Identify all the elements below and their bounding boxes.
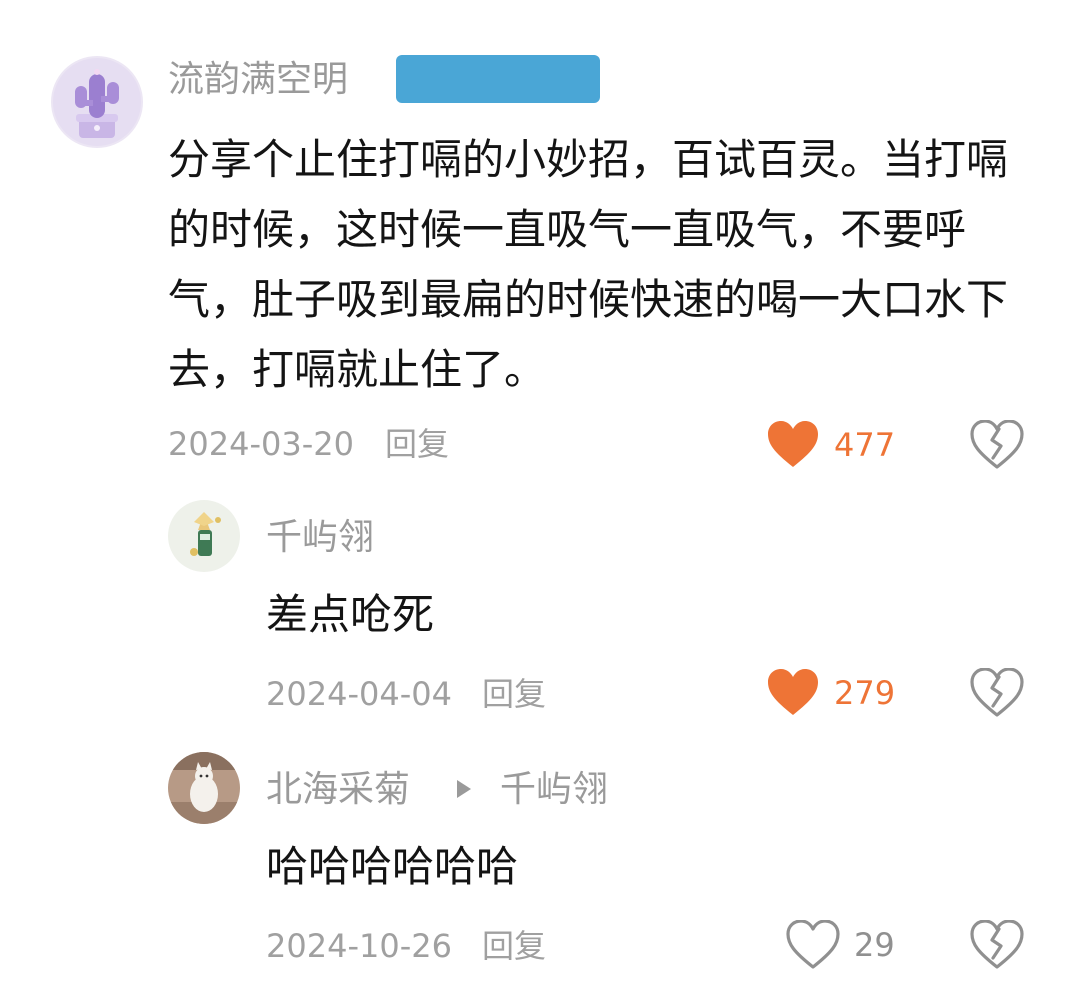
- user-badge: [396, 55, 600, 103]
- like-button[interactable]: 477: [766, 420, 896, 470]
- heart-outline-icon: [786, 920, 840, 969]
- comment-date: 2024-04-04: [266, 675, 452, 713]
- comment-date: 2024-10-26: [266, 927, 452, 965]
- avatar[interactable]: [168, 500, 240, 572]
- broken-heart-icon: [970, 667, 1024, 717]
- comment-author[interactable]: 千屿翎: [266, 520, 374, 556]
- reply-button[interactable]: 回复: [482, 678, 546, 710]
- reply-button[interactable]: 回复: [385, 428, 449, 460]
- dislike-button[interactable]: [970, 419, 1024, 470]
- broken-heart-icon: [970, 919, 1024, 969]
- reply-target-author[interactable]: 千屿翎: [500, 772, 608, 808]
- broken-heart-icon: [970, 419, 1024, 469]
- like-button[interactable]: 29: [786, 920, 896, 970]
- like-count: 29: [854, 926, 895, 964]
- comment-author[interactable]: 流韵满空明: [168, 62, 348, 98]
- like-count: 477: [834, 426, 896, 464]
- comment-thread: 流韵满空明 分享个止住打嗝的小妙招，百试百灵。当打嗝的时候，这时候一直吸气一直吸…: [0, 0, 1080, 992]
- comment-date: 2024-03-20: [168, 425, 354, 463]
- reply-button[interactable]: 回复: [482, 930, 546, 962]
- like-button[interactable]: 279: [766, 668, 896, 718]
- comment-text: 差点呛死: [266, 590, 435, 639]
- avatar[interactable]: [168, 752, 240, 824]
- dislike-button[interactable]: [970, 667, 1024, 718]
- comment-text: 分享个止住打嗝的小妙招，百试百灵。当打嗝的时候，这时候一直吸气一直吸气，不要呼气…: [168, 135, 1009, 394]
- comment-author[interactable]: 北海采菊: [266, 772, 410, 808]
- comment-text: 哈哈哈哈哈哈: [266, 842, 519, 891]
- like-count: 279: [834, 674, 896, 712]
- play-arrow-icon: [457, 780, 471, 798]
- dislike-button[interactable]: [970, 919, 1024, 970]
- heart-filled-icon: [768, 421, 818, 467]
- avatar[interactable]: [51, 56, 143, 148]
- heart-filled-icon: [768, 669, 818, 715]
